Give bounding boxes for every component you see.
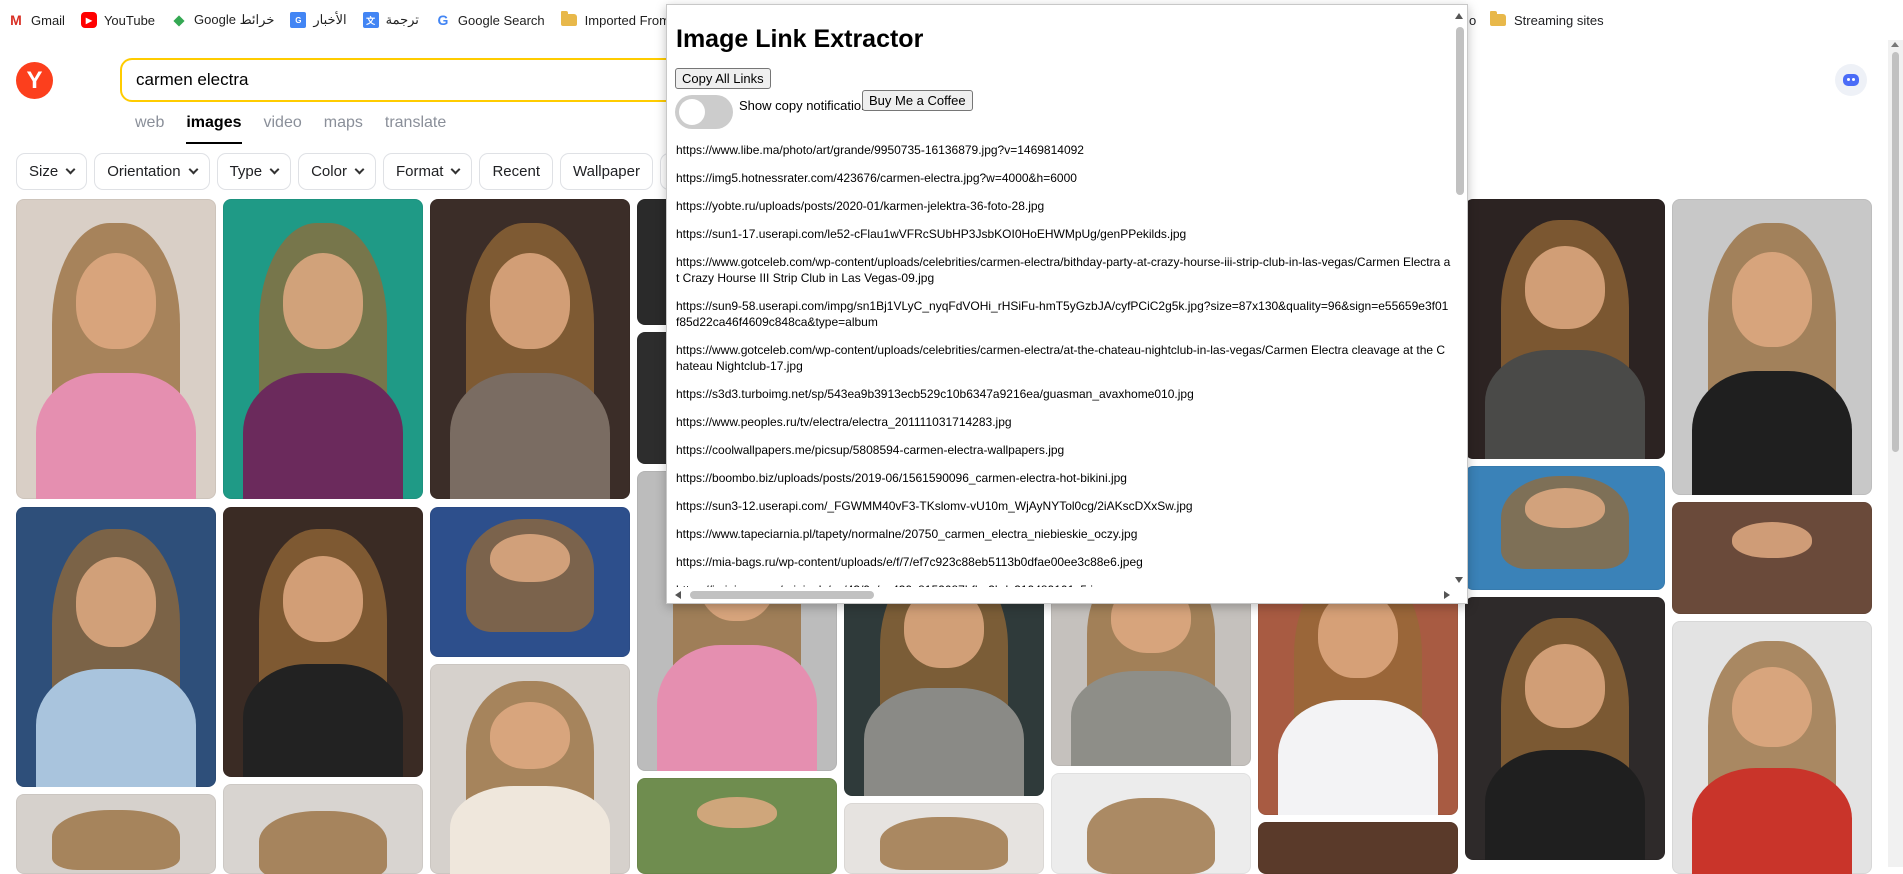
image-link[interactable]: https://boombo.biz/uploads/posts/2019-06… [676,470,1451,486]
copy-notification-label: Show copy notification [739,98,869,113]
buy-me-a-coffee-button[interactable]: Buy Me a Coffee [862,90,973,111]
image-result[interactable] [16,199,216,499]
image-link[interactable]: https://www.gotceleb.com/wp-content/uplo… [676,342,1451,374]
popup-vertical-scrollbar[interactable] [1452,5,1467,587]
image-link[interactable]: https://img5.hotnessrater.com/423676/car… [676,170,1451,186]
image-result[interactable] [1672,502,1872,614]
image-result[interactable] [637,778,837,874]
image-result[interactable] [430,664,630,874]
copy-notification-toggle[interactable] [675,95,733,129]
image-link[interactable]: https://sun1-17.userapi.com/le52-cFlau1w… [676,226,1451,242]
image-link[interactable]: https://coolwallpapers.me/picsup/5808594… [676,442,1451,458]
image-link[interactable]: https://sun3-12.userapi.com/_FGWMM40vF3-… [676,498,1451,514]
image-result[interactable] [1465,466,1665,590]
image-link[interactable]: https://www.libe.ma/photo/art/grande/995… [676,142,1451,158]
toggle-knob [679,99,705,125]
popup-title: Image Link Extractor [676,25,924,53]
image-result[interactable] [1465,597,1665,860]
image-result[interactable] [223,784,423,874]
image-link[interactable]: https://sun9-58.userapi.com/impg/sn1Bj1V… [676,298,1451,330]
image-link[interactable]: https://yobte.ru/uploads/posts/2020-01/k… [676,198,1451,214]
image-link[interactable]: https://www.tapeciarnia.pl/tapety/normal… [676,526,1451,542]
scroll-up-arrow-icon[interactable] [1455,13,1463,19]
image-result[interactable] [430,199,630,499]
links-list: https://www.libe.ma/photo/art/grande/995… [676,142,1451,603]
popup-scrollbar-thumb[interactable] [1456,27,1464,195]
popup-hscrollbar-thumb[interactable] [690,591,874,599]
image-link[interactable]: https://s3d3.turboimg.net/sp/543ea9b3913… [676,386,1451,402]
image-link-extractor-popup: Image Link Extractor Copy All Links Show… [666,4,1468,604]
image-result[interactable] [16,507,216,787]
scroll-down-arrow-icon[interactable] [1455,577,1463,583]
image-result[interactable] [1051,773,1251,874]
image-result[interactable] [223,507,423,777]
popup-horizontal-scrollbar[interactable] [667,587,1454,603]
image-result[interactable] [223,199,423,499]
image-result[interactable] [430,507,630,657]
image-result[interactable] [1672,621,1872,874]
copy-all-links-button[interactable]: Copy All Links [675,68,771,89]
scroll-left-arrow-icon[interactable] [675,591,681,599]
image-link[interactable]: https://www.gotceleb.com/wp-content/uplo… [676,254,1451,286]
image-result[interactable] [1258,822,1458,874]
image-link[interactable]: https://www.peoples.ru/tv/electra/electr… [676,414,1451,430]
page-scrollbar-thumb[interactable] [1892,52,1899,452]
scroll-right-arrow-icon[interactable] [1444,591,1450,599]
image-link[interactable]: https://mia-bags.ru/wp-content/uploads/e… [676,554,1451,570]
image-result[interactable] [844,803,1044,874]
image-result[interactable] [16,794,216,874]
image-result[interactable] [1672,199,1872,495]
page-scrollbar[interactable] [1888,40,1903,867]
image-result[interactable] [1465,199,1665,459]
scroll-up-arrow-icon[interactable] [1891,42,1899,47]
